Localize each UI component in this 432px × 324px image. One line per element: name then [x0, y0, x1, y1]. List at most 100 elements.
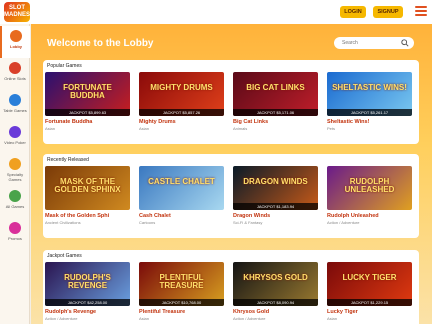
game-card[interactable]: MIGHTY DRUMS JACKPOT $5,857.26 Mighty Drum… [139, 72, 224, 131]
sidebar-item-label: Specialty Games [6, 172, 24, 182]
game-card[interactable]: KHRYSOS GOLD JACKPOT $8,090.94 Khrysos Gol… [233, 262, 318, 321]
game-logo-text: PLENTIFUL TREASURE [159, 273, 204, 290]
game-thumbnail[interactable]: RUDOLPH'S REVENGE JACKPOT $42,258.00 [45, 262, 130, 306]
game-card[interactable]: SHELTASTIC WINS! JACKPOT $5,261.17 Sheltas… [327, 72, 412, 131]
game-card[interactable]: PLENTIFUL TREASURE JACKPOT $10,768.00 Plen… [139, 262, 224, 321]
game-card[interactable]: LUCKY TIGER JACKPOT $1,229.15 Lucky Tiger A… [327, 262, 412, 321]
game-logo-text: FORTUNATE BUDDHA [63, 83, 112, 100]
game-thumbnail[interactable]: KHRYSOS GOLD JACKPOT $8,090.94 [233, 262, 318, 306]
game-name[interactable]: Khrysos Gold [233, 309, 318, 315]
section-title: Jackpot Games [47, 253, 82, 259]
sidebar-item-video-poker[interactable]: Video Poker [0, 122, 30, 154]
sidebar-item-specialty-games[interactable]: Specialty Games [0, 154, 30, 186]
game-name[interactable]: Plentiful Treasure [139, 309, 224, 315]
game-category: Ancient Civilizations [45, 220, 81, 225]
sidebar-item-online-slots[interactable]: Online Slots [0, 58, 30, 90]
search-placeholder: Search [342, 40, 358, 46]
game-name[interactable]: Sheltastic Wins! [327, 119, 412, 125]
game-card[interactable]: MASK OF THE GOLDEN SPHINX Mask of the Gol… [45, 166, 130, 225]
site-logo[interactable]: SLOT MADNESS [4, 2, 35, 22]
signup-button[interactable]: SIGNUP [373, 6, 403, 18]
logo-text: SLOT MADNESS [4, 5, 35, 18]
search-icon[interactable] [401, 39, 409, 47]
game-thumbnail[interactable]: RUDOLPH UNLEASHED [327, 166, 412, 210]
jackpot-amount: JACKPOT $10,768.00 [139, 299, 224, 306]
game-category: Asian [45, 126, 56, 131]
game-thumbnail[interactable]: MASK OF THE GOLDEN SPHINX [45, 166, 130, 210]
game-thumbnail[interactable]: LUCKY TIGER JACKPOT $1,229.15 [327, 262, 412, 306]
game-name[interactable]: Fortunate Buddha [45, 119, 130, 125]
hamburger-icon[interactable] [415, 6, 427, 17]
game-card[interactable]: DRAGON WINDS JACKPOT $1,183.94 Dragon Wind… [233, 166, 318, 225]
game-thumbnail[interactable]: PLENTIFUL TREASURE JACKPOT $10,768.00 [139, 262, 224, 306]
sidebar-item-promos[interactable]: Promos [0, 218, 30, 250]
game-name[interactable]: Cash Chalet [139, 213, 224, 219]
game-card[interactable]: BIG CAT LINKS JACKPOT $5,171.06 Big Cat Li… [233, 72, 318, 131]
gift-icon [9, 222, 21, 234]
game-logo-text: DRAGON WINDS [243, 177, 308, 186]
game-name[interactable]: Dragon Winds [233, 213, 318, 219]
game-logo-text: CASTLE CHALET [148, 177, 215, 186]
game-logo-text: RUDOLPH UNLEASHED [344, 177, 395, 194]
jackpot-amount: JACKPOT $5,857.26 [139, 109, 224, 116]
specialty-icon [9, 158, 21, 170]
sidebar-item-label: Table Games [3, 108, 27, 113]
game-card[interactable]: RUDOLPH'S REVENGE JACKPOT $42,258.00 Rudol… [45, 262, 130, 321]
game-thumbnail[interactable]: MIGHTY DRUMS JACKPOT $5,857.26 [139, 72, 224, 116]
game-section-jackpot-games: Jackpot Games RUDOLPH'S REVENGE JACKPOT $4… [43, 250, 419, 324]
page-title: Welcome to the Lobby [47, 38, 154, 49]
sidebar-item-label: All Games [5, 204, 25, 209]
game-card[interactable]: FORTUNATE BUDDHA JACKPOT $5,899.63 Fortuna… [45, 72, 130, 131]
game-category: Cartoons [139, 220, 156, 225]
jackpot-amount: JACKPOT $8,090.94 [233, 299, 318, 306]
jackpot-amount: JACKPOT $5,261.17 [327, 109, 412, 116]
game-logo-text: MASK OF THE GOLDEN SPHINX [54, 177, 121, 194]
game-category: Asian [139, 316, 150, 321]
sidebar-item-label: Video Poker [4, 140, 26, 145]
game-logo-text: LUCKY TIGER [342, 273, 397, 282]
game-thumbnail[interactable]: FORTUNATE BUDDHA JACKPOT $5,899.63 [45, 72, 130, 116]
jackpot-amount: JACKPOT $5,171.06 [233, 109, 318, 116]
game-category: Action / Adventure [233, 316, 266, 321]
slot-machine-icon [9, 62, 21, 74]
game-name[interactable]: Rudolph Unleashed [327, 213, 412, 219]
game-category: Action / Adventure [45, 316, 78, 321]
grid-icon [9, 190, 21, 202]
game-logo-text: RUDOLPH'S REVENGE [64, 273, 111, 290]
sidebar-item-label: Online Slots [4, 76, 26, 81]
game-logo-text: KHRYSOS GOLD [243, 273, 308, 282]
cards-icon [9, 94, 21, 106]
sidebar: Lobby Online Slots Table Games Video Poker S… [0, 24, 30, 324]
game-name[interactable]: Big Cat Links [233, 119, 318, 125]
game-section-popular-games: Popular Games FORTUNATE BUDDHA JACKPOT $5,… [43, 60, 419, 144]
game-thumbnail[interactable]: DRAGON WINDS JACKPOT $1,183.94 [233, 166, 318, 210]
game-category: Animals [233, 126, 248, 131]
game-thumbnail[interactable]: BIG CAT LINKS JACKPOT $5,171.06 [233, 72, 318, 116]
game-category: Sci-Fi & Fantasy [233, 220, 263, 225]
game-name[interactable]: Lucky Tiger [327, 309, 412, 315]
jackpot-amount: JACKPOT $1,183.94 [233, 203, 318, 210]
game-category: Asian [327, 316, 338, 321]
game-thumbnail[interactable]: CASTLE CHALET [139, 166, 224, 210]
sidebar-item-all-games[interactable]: All Games [0, 186, 30, 218]
game-card[interactable]: RUDOLPH UNLEASHED Rudolph Unleashed Action… [327, 166, 412, 225]
game-category: Action / Adventure [327, 220, 360, 225]
game-art [139, 166, 224, 210]
sidebar-item-label: Lobby [10, 44, 22, 49]
game-category: Asian [139, 126, 150, 131]
game-card[interactable]: CASTLE CHALET Cash Chalet Cartoons [139, 166, 224, 225]
home-icon [10, 30, 22, 42]
sidebar-item-lobby[interactable]: Lobby [0, 26, 30, 58]
game-name[interactable]: Rudolph's Revenge [45, 309, 130, 315]
search-input[interactable]: Search [334, 37, 414, 49]
sidebar-item-table-games[interactable]: Table Games [0, 90, 30, 122]
top-bar: SLOT MADNESS LOGIN SIGNUP [0, 0, 432, 24]
game-name[interactable]: Mask of the Golden Sphi [45, 213, 130, 219]
game-thumbnail[interactable]: SHELTASTIC WINS! JACKPOT $5,261.17 [327, 72, 412, 116]
game-name[interactable]: Mighty Drums [139, 119, 224, 125]
lobby-main: Welcome to the Lobby Search Popular Game… [31, 24, 432, 324]
login-button[interactable]: LOGIN [340, 6, 366, 18]
sidebar-item-label: Promos [8, 236, 22, 241]
jackpot-amount: JACKPOT $42,258.00 [45, 299, 130, 306]
section-title: Recently Released [47, 157, 89, 163]
